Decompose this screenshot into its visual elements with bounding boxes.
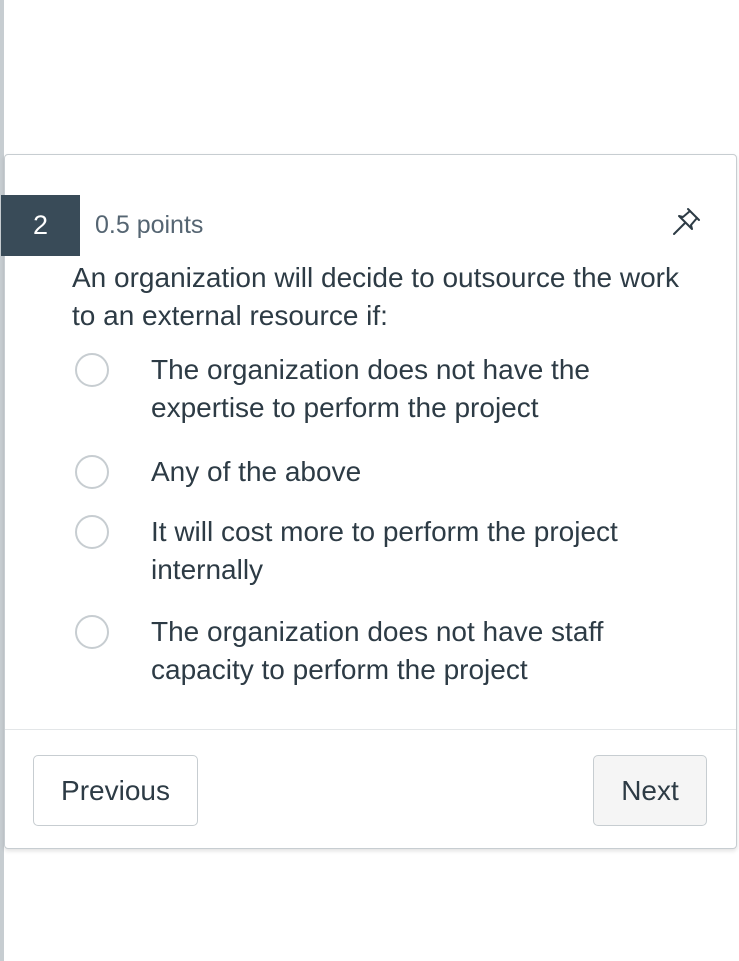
radio-button[interactable] bbox=[75, 353, 109, 387]
radio-button[interactable] bbox=[75, 455, 109, 489]
radio-button[interactable] bbox=[75, 615, 109, 649]
answer-option-label: It will cost more to perform the project… bbox=[151, 516, 618, 585]
question-card: 2 0.5 points An organization will decide… bbox=[1, 154, 737, 849]
question-points: 0.5 points bbox=[95, 211, 204, 239]
previous-button[interactable]: Previous bbox=[33, 755, 198, 826]
answer-option-label: Any of the above bbox=[151, 456, 362, 487]
answer-option-label: The organization does not have the exper… bbox=[151, 354, 590, 423]
question-text: An organization will decide to outsource… bbox=[72, 262, 680, 331]
question-number-badge: 2 bbox=[1, 195, 80, 256]
radio-button[interactable] bbox=[75, 515, 109, 549]
divider bbox=[5, 729, 736, 730]
pin-icon[interactable] bbox=[669, 205, 703, 239]
answer-option-label: The organization does not have staff cap… bbox=[151, 616, 604, 685]
next-button[interactable]: Next bbox=[593, 755, 707, 826]
